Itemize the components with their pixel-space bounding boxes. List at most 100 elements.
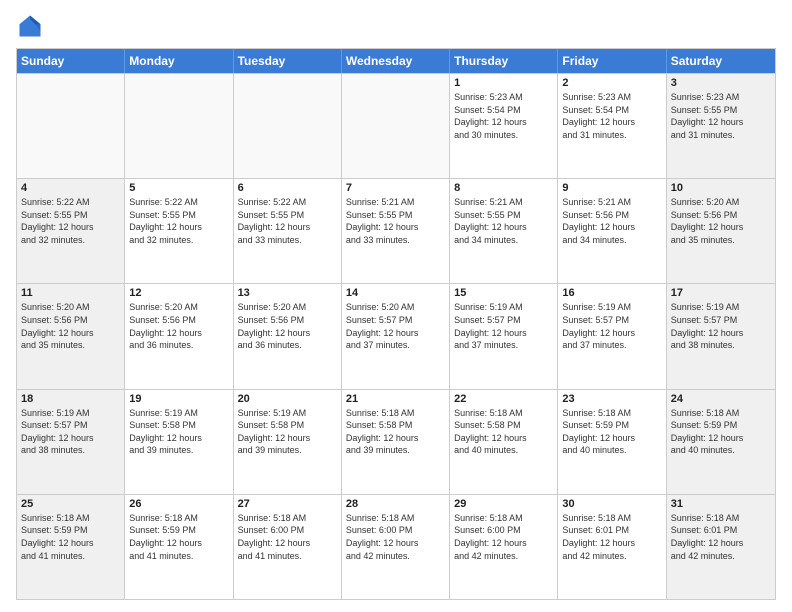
cell-text: Sunrise: 5:18 AM Sunset: 5:59 PM Dayligh…: [21, 512, 120, 562]
calendar-cell: 23 Sunrise: 5:18 AM Sunset: 5:59 PM Dayli…: [558, 390, 666, 494]
calendar-cell: 25 Sunrise: 5:18 AM Sunset: 5:59 PM Dayli…: [17, 495, 125, 599]
day-number: 22: [454, 393, 553, 405]
calendar-cell: [125, 74, 233, 178]
cell-text: Sunrise: 5:18 AM Sunset: 5:59 PM Dayligh…: [129, 512, 228, 562]
calendar-cell: 18 Sunrise: 5:19 AM Sunset: 5:57 PM Dayli…: [17, 390, 125, 494]
logo-icon: [16, 12, 44, 40]
calendar-row: 11 Sunrise: 5:20 AM Sunset: 5:56 PM Dayli…: [17, 283, 775, 388]
cell-text: Sunrise: 5:21 AM Sunset: 5:56 PM Dayligh…: [562, 196, 661, 246]
cell-text: Sunrise: 5:22 AM Sunset: 5:55 PM Dayligh…: [21, 196, 120, 246]
cell-text: Sunrise: 5:20 AM Sunset: 5:56 PM Dayligh…: [671, 196, 771, 246]
cell-text: Sunrise: 5:23 AM Sunset: 5:55 PM Dayligh…: [671, 91, 771, 141]
day-number: 17: [671, 287, 771, 299]
calendar-cell: 8Sunrise: 5:21 AM Sunset: 5:55 PM Daylig…: [450, 179, 558, 283]
calendar-cell: 17 Sunrise: 5:19 AM Sunset: 5:57 PM Dayli…: [667, 284, 775, 388]
calendar-body: 1 Sunrise: 5:23 AM Sunset: 5:54 PM Daylig…: [17, 73, 775, 599]
cell-text: Sunrise: 5:22 AM Sunset: 5:55 PM Dayligh…: [129, 196, 228, 246]
calendar-cell: 29 Sunrise: 5:18 AM Sunset: 6:00 PM Dayli…: [450, 495, 558, 599]
day-number: 28: [346, 498, 445, 510]
day-number: 2: [562, 77, 661, 89]
cell-text: Sunrise: 5:18 AM Sunset: 6:00 PM Dayligh…: [454, 512, 553, 562]
cell-text: Sunrise: 5:18 AM Sunset: 5:58 PM Dayligh…: [346, 407, 445, 457]
day-number: 20: [238, 393, 337, 405]
calendar-row: 18 Sunrise: 5:19 AM Sunset: 5:57 PM Dayli…: [17, 389, 775, 494]
day-number: 1: [454, 77, 553, 89]
cell-text: Sunrise: 5:19 AM Sunset: 5:57 PM Dayligh…: [454, 301, 553, 351]
day-number: 4: [21, 182, 120, 194]
cell-text: Sunrise: 5:19 AM Sunset: 5:58 PM Dayligh…: [238, 407, 337, 457]
calendar-cell: 20 Sunrise: 5:19 AM Sunset: 5:58 PM Dayli…: [234, 390, 342, 494]
day-number: 29: [454, 498, 553, 510]
calendar-cell: 4 Sunrise: 5:22 AM Sunset: 5:55 PM Daylig…: [17, 179, 125, 283]
calendar-cell: 6 Sunrise: 5:22 AM Sunset: 5:55 PM Daylig…: [234, 179, 342, 283]
cell-text: Sunrise: 5:23 AM Sunset: 5:54 PM Dayligh…: [562, 91, 661, 141]
calendar-cell: 21 Sunrise: 5:18 AM Sunset: 5:58 PM Dayli…: [342, 390, 450, 494]
day-number: 21: [346, 393, 445, 405]
calendar-row: 25 Sunrise: 5:18 AM Sunset: 5:59 PM Dayli…: [17, 494, 775, 599]
day-number: 24: [671, 393, 771, 405]
day-number: 26: [129, 498, 228, 510]
cell-text: Sunrise: 5:18 AM Sunset: 6:01 PM Dayligh…: [671, 512, 771, 562]
calendar-cell: 15Sunrise: 5:19 AM Sunset: 5:57 PM Dayli…: [450, 284, 558, 388]
calendar-header-cell: Wednesday: [342, 49, 450, 73]
day-number: 25: [21, 498, 120, 510]
calendar-cell: 9 Sunrise: 5:21 AM Sunset: 5:56 PM Daylig…: [558, 179, 666, 283]
calendar-cell: 2 Sunrise: 5:23 AM Sunset: 5:54 PM Daylig…: [558, 74, 666, 178]
cell-text: Sunrise: 5:19 AM Sunset: 5:57 PM Dayligh…: [562, 301, 661, 351]
calendar-row: 1 Sunrise: 5:23 AM Sunset: 5:54 PM Daylig…: [17, 73, 775, 178]
day-number: 18: [21, 393, 120, 405]
day-number: 12: [129, 287, 228, 299]
calendar-cell: 13 Sunrise: 5:20 AM Sunset: 5:56 PM Dayli…: [234, 284, 342, 388]
day-number: 30: [562, 498, 661, 510]
cell-text: Sunrise: 5:18 AM Sunset: 5:59 PM Dayligh…: [671, 407, 771, 457]
calendar-cell: [17, 74, 125, 178]
cell-text: Sunrise: 5:23 AM Sunset: 5:54 PM Dayligh…: [454, 91, 553, 141]
cell-text: Sunrise: 5:19 AM Sunset: 5:58 PM Dayligh…: [129, 407, 228, 457]
cell-text: Sunrise: 5:22 AM Sunset: 5:55 PM Dayligh…: [238, 196, 337, 246]
calendar: SundayMondayTuesdayWednesdayThursdayFrid…: [16, 48, 776, 600]
calendar-row: 4 Sunrise: 5:22 AM Sunset: 5:55 PM Daylig…: [17, 178, 775, 283]
cell-text: Sunrise: 5:20 AM Sunset: 5:56 PM Dayligh…: [238, 301, 337, 351]
cell-text: Sunrise: 5:18 AM Sunset: 6:00 PM Dayligh…: [346, 512, 445, 562]
calendar-cell: 5 Sunrise: 5:22 AM Sunset: 5:55 PM Daylig…: [125, 179, 233, 283]
calendar-cell: 30Sunrise: 5:18 AM Sunset: 6:01 PM Dayli…: [558, 495, 666, 599]
calendar-header-row: SundayMondayTuesdayWednesdayThursdayFrid…: [17, 49, 775, 73]
calendar-cell: 27 Sunrise: 5:18 AM Sunset: 6:00 PM Dayli…: [234, 495, 342, 599]
day-number: 6: [238, 182, 337, 194]
day-number: 8: [454, 182, 553, 194]
calendar-header-cell: Tuesday: [234, 49, 342, 73]
calendar-cell: 1 Sunrise: 5:23 AM Sunset: 5:54 PM Daylig…: [450, 74, 558, 178]
day-number: 9: [562, 182, 661, 194]
day-number: 14: [346, 287, 445, 299]
day-number: 31: [671, 498, 771, 510]
day-number: 11: [21, 287, 120, 299]
calendar-cell: 16Sunrise: 5:19 AM Sunset: 5:57 PM Dayli…: [558, 284, 666, 388]
calendar-cell: 11Sunrise: 5:20 AM Sunset: 5:56 PM Dayli…: [17, 284, 125, 388]
day-number: 7: [346, 182, 445, 194]
logo: [16, 12, 48, 40]
calendar-header-cell: Saturday: [667, 49, 775, 73]
day-number: 23: [562, 393, 661, 405]
calendar-cell: 14 Sunrise: 5:20 AM Sunset: 5:57 PM Dayli…: [342, 284, 450, 388]
cell-text: Sunrise: 5:20 AM Sunset: 5:57 PM Dayligh…: [346, 301, 445, 351]
calendar-cell: 26 Sunrise: 5:18 AM Sunset: 5:59 PM Dayli…: [125, 495, 233, 599]
cell-text: Sunrise: 5:18 AM Sunset: 5:59 PM Dayligh…: [562, 407, 661, 457]
cell-text: Sunrise: 5:21 AM Sunset: 5:55 PM Dayligh…: [346, 196, 445, 246]
calendar-cell: 28 Sunrise: 5:18 AM Sunset: 6:00 PM Dayli…: [342, 495, 450, 599]
day-number: 13: [238, 287, 337, 299]
calendar-cell: 22Sunrise: 5:18 AM Sunset: 5:58 PM Dayli…: [450, 390, 558, 494]
calendar-header-cell: Thursday: [450, 49, 558, 73]
calendar-cell: 31 Sunrise: 5:18 AM Sunset: 6:01 PM Dayli…: [667, 495, 775, 599]
calendar-cell: [342, 74, 450, 178]
calendar-cell: 12Sunrise: 5:20 AM Sunset: 5:56 PM Dayli…: [125, 284, 233, 388]
calendar-header-cell: Sunday: [17, 49, 125, 73]
day-number: 19: [129, 393, 228, 405]
header: [16, 12, 776, 40]
day-number: 27: [238, 498, 337, 510]
cell-text: Sunrise: 5:18 AM Sunset: 6:00 PM Dayligh…: [238, 512, 337, 562]
day-number: 5: [129, 182, 228, 194]
cell-text: Sunrise: 5:19 AM Sunset: 5:57 PM Dayligh…: [671, 301, 771, 351]
calendar-cell: 10Sunrise: 5:20 AM Sunset: 5:56 PM Dayli…: [667, 179, 775, 283]
day-number: 3: [671, 77, 771, 89]
cell-text: Sunrise: 5:19 AM Sunset: 5:57 PM Dayligh…: [21, 407, 120, 457]
